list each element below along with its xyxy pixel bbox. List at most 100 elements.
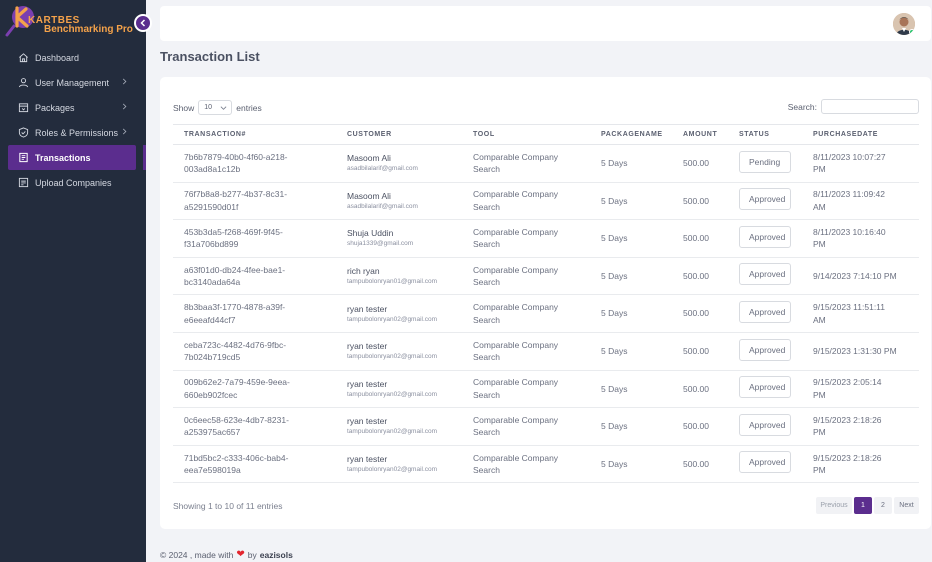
sidebar-item-packages[interactable]: Packages: [0, 95, 146, 120]
amount-cell: 500.00: [683, 219, 739, 258]
status-button[interactable]: Approved: [739, 338, 791, 361]
amount-cell: 500.00: [683, 144, 739, 183]
purchase-date-line1: 9/14/2023 7:14:10 PM: [813, 270, 897, 281]
transaction-id-line2: 660eb902fcec: [184, 389, 238, 400]
customer-email: asadbilalarif@gmail.com: [347, 202, 418, 210]
customer-cell: ryan tester tampubolonryan02@gmail.com: [347, 294, 473, 333]
page-length-select[interactable]: 10: [198, 100, 233, 115]
status-cell: Approved: [739, 370, 813, 409]
transaction-id-line1: 009b62e2-7a79-459e-9eea-: [184, 377, 290, 388]
purchase-date-cell: 9/15/2023 2:05:14 PM: [813, 370, 919, 409]
search-input[interactable]: [821, 99, 919, 114]
transaction-id-line1: 0c6eec58-623e-4db7-8231-: [184, 414, 289, 425]
transaction-id-line2: bc3140ada64a: [184, 277, 241, 288]
transaction-id-cell: 453b3da5-f268-469f-9f45- f31a706bd899: [173, 219, 347, 258]
table-header-row: TRANSACTION# CUSTOMER TOOL PACKAGENAME A…: [173, 124, 919, 145]
tool-cell: Comparable Company Search: [473, 407, 601, 446]
table-row: 76f7b8a8-b277-4b37-8c31- a5291590d01f Maso…: [173, 182, 919, 221]
status-button[interactable]: Approved: [739, 300, 791, 323]
status-button[interactable]: Pending: [739, 150, 791, 173]
page-length-value: 10: [204, 104, 213, 111]
customer-email: asadbilalarif@gmail.com: [347, 165, 418, 173]
customer-name: ryan tester: [347, 341, 388, 352]
package-cell: 5 Days: [601, 445, 683, 484]
purchase-date-line1: 9/15/2023 2:18:26: [813, 414, 882, 425]
transaction-id-line2: a253975ac657: [184, 427, 241, 438]
sidebar-item-transactions[interactable]: Transactions: [8, 145, 136, 170]
tool-line2: Search: [473, 164, 500, 175]
pagination-previous-button[interactable]: Previous: [816, 497, 852, 514]
tool-line1: Comparable Company: [473, 151, 559, 162]
package-cell: 5 Days: [601, 182, 683, 221]
tool-line2: Search: [473, 427, 500, 438]
customer-cell: ryan tester tampubolonryan02@gmail.com: [347, 332, 473, 371]
purchase-date-line1: 9/15/2023 1:31:30 PM: [813, 346, 897, 357]
column-header-packagename[interactable]: PACKAGENAME: [601, 124, 683, 145]
tool-line2: Search: [473, 465, 500, 476]
column-header-amount[interactable]: AMOUNT: [683, 124, 739, 145]
pagination-page-2[interactable]: 2: [874, 497, 892, 514]
avatar[interactable]: [893, 13, 915, 35]
customer-cell: ryan tester tampubolonryan02@gmail.com: [347, 407, 473, 446]
customer-cell: ryan tester tampubolonryan02@gmail.com: [347, 370, 473, 409]
package-icon: [18, 102, 29, 113]
chevron-left-icon: [140, 19, 146, 27]
purchase-date-cell: 9/15/2023 2:18:26 PM: [813, 445, 919, 484]
transaction-id-cell: a63f01d0-db24-4fee-bae1- bc3140ada64a: [173, 257, 347, 296]
tool-cell: Comparable Company Search: [473, 332, 601, 371]
table-row: a63f01d0-db24-4fee-bae1- bc3140ada64a rich…: [173, 257, 919, 296]
package-cell: 5 Days: [601, 144, 683, 183]
tool-line2: Search: [473, 277, 500, 288]
column-header-purchasedate[interactable]: PURCHASEDATE: [813, 124, 919, 145]
customer-name: ryan tester: [347, 416, 388, 427]
transaction-id-line2: 003ad8a1c12b: [184, 164, 241, 175]
tool-line1: Comparable Company: [473, 302, 559, 313]
amount-cell: 500.00: [683, 370, 739, 409]
column-header-status[interactable]: STATUS: [739, 124, 813, 145]
sidebar-collapse-button[interactable]: [134, 14, 152, 32]
tool-line1: Comparable Company: [473, 264, 559, 275]
sidebar-item-upload-companies[interactable]: Upload Companies: [0, 170, 146, 195]
purchase-date-line1: 9/15/2023 2:18:26: [813, 452, 882, 463]
pagination-next-button[interactable]: Next: [894, 497, 919, 514]
sidebar-nav: Dashboard User Management Packages Roles…: [0, 45, 146, 195]
tool-line1: Comparable Company: [473, 452, 559, 463]
purchase-date-cell: 9/15/2023 2:18:26 PM: [813, 407, 919, 446]
footer-brand-link[interactable]: eazisols: [260, 550, 293, 560]
customer-cell: Shuja Uddin shuja1339@gmail.com: [347, 219, 473, 258]
footer-by: by: [247, 549, 257, 560]
sidebar-item-dashboard[interactable]: Dashboard: [0, 45, 146, 70]
status-button[interactable]: Approved: [739, 188, 791, 211]
column-header-transaction[interactable]: TRANSACTION#: [173, 124, 347, 145]
tool-cell: Comparable Company Search: [473, 219, 601, 258]
status-button[interactable]: Approved: [739, 225, 791, 248]
status-button[interactable]: Approved: [739, 451, 791, 474]
status-button[interactable]: Approved: [739, 413, 791, 436]
purchase-date-line2: AM: [813, 201, 826, 212]
transaction-id-line1: 7b6b7879-40b0-4f60-a218-: [184, 151, 288, 162]
search-label: Search:: [787, 101, 817, 112]
chevron-right-icon: [122, 128, 127, 135]
transaction-id-cell: ceba723c-4482-4d76-9fbc- 7b024b719cd5: [173, 332, 347, 371]
brand-logo[interactable]: KARTBES Benchmarking Pro: [0, 0, 146, 44]
column-header-customer[interactable]: CUSTOMER: [347, 124, 473, 145]
tool-line1: Comparable Company: [473, 226, 559, 237]
customer-email: tampubolonryan01@gmail.com: [347, 278, 438, 286]
transaction-id-line1: ceba723c-4482-4d76-9fbc-: [184, 339, 287, 350]
package-cell: 5 Days: [601, 407, 683, 446]
sidebar-item-user-management[interactable]: User Management: [0, 70, 146, 95]
column-header-tool[interactable]: TOOL: [473, 124, 601, 145]
tool-line1: Comparable Company: [473, 414, 559, 425]
sidebar-item-label: Transactions: [35, 152, 91, 163]
package-cell: 5 Days: [601, 332, 683, 371]
customer-email: tampubolonryan02@gmail.com: [347, 390, 438, 398]
sidebar-item-roles-permissions[interactable]: Roles & Permissions: [0, 120, 146, 145]
status-button[interactable]: Approved: [739, 263, 791, 286]
transaction-id-cell: 0c6eec58-623e-4db7-8231- a253975ac657: [173, 407, 347, 446]
status-button[interactable]: Approved: [739, 376, 791, 399]
customer-name: Masoom Ali: [347, 190, 391, 201]
transaction-id-cell: 7b6b7879-40b0-4f60-a218- 003ad8a1c12b: [173, 144, 347, 183]
customer-name: Masoom Ali: [347, 153, 391, 164]
pagination-page-1[interactable]: 1: [854, 497, 872, 514]
heart-icon: ❤: [236, 549, 245, 560]
